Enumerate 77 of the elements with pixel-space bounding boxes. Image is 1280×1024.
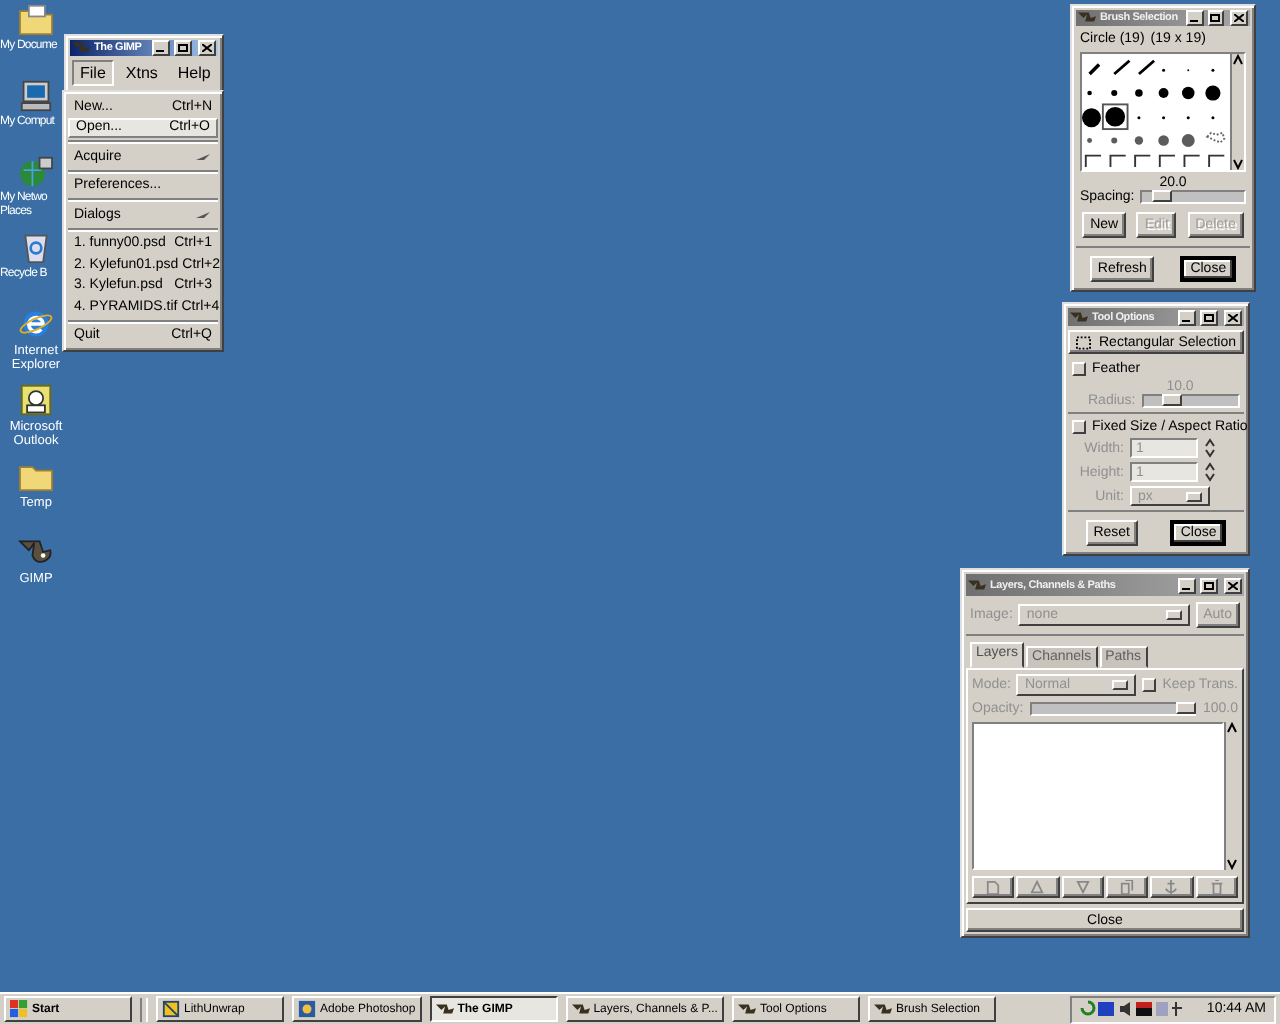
- slider-track[interactable]: [1141, 394, 1240, 408]
- eye-icon: [298, 1000, 316, 1018]
- brush-grid-drawing[interactable]: [1082, 54, 1230, 170]
- maximize-icon: [1204, 581, 1214, 589]
- scroll-down-icon[interactable]: [1226, 856, 1238, 870]
- minimize-button[interactable]: [1178, 577, 1196, 593]
- close-button[interactable]: [1224, 577, 1242, 593]
- clock-envelope-icon: [18, 384, 54, 416]
- layer-tool-button[interactable]: [972, 876, 1015, 898]
- trash-icon: [1209, 880, 1224, 894]
- anchor-icon: [1164, 880, 1179, 894]
- close-button[interactable]: [1224, 309, 1242, 326]
- layer-tool-button[interactable]: [1195, 876, 1238, 898]
- close-icon: [202, 44, 212, 52]
- wilber-icon: [737, 1001, 756, 1017]
- close-icon: [1228, 581, 1238, 589]
- wilber-icon: [18, 536, 54, 568]
- computer-icon: [18, 80, 54, 112]
- minimize-icon: [1189, 14, 1200, 22]
- spin-arrows-icon[interactable]: [1204, 438, 1216, 458]
- wilber-icon: [72, 40, 90, 56]
- folder-icon: [18, 460, 54, 492]
- minimize-button[interactable]: [152, 40, 170, 56]
- scroll-up-icon[interactable]: [1226, 722, 1238, 736]
- spin-arrows-icon[interactable]: [1204, 462, 1216, 482]
- menu-item[interactable]: File: [72, 60, 114, 86]
- minimize-button[interactable]: [1185, 10, 1204, 26]
- scroll-down-icon[interactable]: [1232, 156, 1244, 170]
- close-icon: [1228, 313, 1238, 322]
- duplicate-icon: [1120, 880, 1135, 894]
- slider-track[interactable]: [1029, 702, 1197, 716]
- slider-thumb[interactable]: [1176, 702, 1197, 714]
- new-layer-icon: [986, 880, 1001, 894]
- menu-item[interactable]: Help: [169, 60, 219, 86]
- minimize-icon: [156, 44, 166, 52]
- maximize-icon: [1204, 313, 1214, 322]
- wilber-icon: [968, 577, 986, 593]
- lower-arrow-icon: [1075, 880, 1090, 894]
- maximize-icon: [178, 44, 188, 52]
- checkbox[interactable]: [1072, 362, 1086, 376]
- slider-thumb[interactable]: [1152, 190, 1173, 202]
- dashed-rectangle-icon: [1076, 335, 1091, 350]
- raise-arrow-icon: [1030, 880, 1045, 894]
- wilber-icon: [571, 1001, 590, 1017]
- checkbox[interactable]: [1142, 678, 1157, 692]
- cube-icon: [162, 1000, 180, 1018]
- close-icon: [1234, 14, 1245, 22]
- scrollbar[interactable]: [1230, 54, 1244, 170]
- checkbox[interactable]: [1072, 420, 1086, 434]
- menu-item[interactable]: Xtns: [117, 60, 166, 86]
- e-logo-icon: [18, 308, 54, 340]
- maximize-icon: [1210, 14, 1221, 22]
- slider-track[interactable]: [1140, 190, 1246, 204]
- scroll-up-icon[interactable]: [1232, 54, 1244, 68]
- layer-tool-button[interactable]: [1105, 876, 1149, 898]
- globe-computer-icon: [18, 156, 54, 188]
- maximize-button[interactable]: [174, 40, 192, 56]
- layer-list[interactable]: [972, 722, 1224, 870]
- layer-tool-button[interactable]: [1150, 876, 1194, 898]
- wilber-icon: [1070, 309, 1088, 326]
- recycle-bin-icon: [18, 232, 54, 264]
- close-button[interactable]: [198, 40, 216, 56]
- minimize-button[interactable]: [1178, 309, 1196, 326]
- maximize-button[interactable]: [1207, 10, 1225, 26]
- layer-tool-button[interactable]: [1061, 876, 1104, 898]
- submenu-arrow-icon: [196, 151, 212, 162]
- folder-icon: [18, 4, 54, 36]
- close-button[interactable]: [1230, 10, 1248, 26]
- submenu-arrow-icon: [196, 209, 212, 220]
- maximize-button[interactable]: [1200, 577, 1218, 593]
- wilber-icon: [1078, 10, 1096, 26]
- wilber-icon: [873, 1001, 892, 1017]
- scrollbar[interactable]: [1224, 722, 1238, 870]
- windows-logo-icon: [10, 1000, 28, 1018]
- maximize-button[interactable]: [1200, 309, 1218, 326]
- wilber-icon: [435, 1001, 454, 1017]
- layer-tool-button[interactable]: [1016, 876, 1060, 898]
